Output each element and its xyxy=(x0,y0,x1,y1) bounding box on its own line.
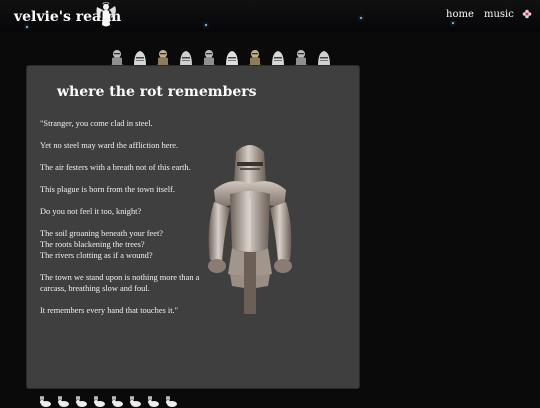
star-sparkle xyxy=(26,26,28,28)
poem-paragraph: "Stranger, you come clad in steel. xyxy=(40,119,153,128)
bunny-icon xyxy=(40,396,51,407)
star-sparkle xyxy=(205,24,207,26)
nav-music-link[interactable]: music xyxy=(484,9,514,20)
page-title: where the rot remembers xyxy=(57,84,257,100)
poem-paragraph: The town we stand upon is nothing more t… xyxy=(40,273,200,293)
bunny-icon xyxy=(112,396,123,407)
nav-home-link[interactable]: home xyxy=(446,9,474,20)
poem-paragraph: This plague is born from the town itself… xyxy=(40,185,175,194)
poem-text: "Stranger, you come clad in steel. Yet n… xyxy=(40,118,200,327)
suit-of-armor-image xyxy=(208,145,292,314)
poem-paragraph: The soil groaning beneath your feet? The… xyxy=(40,229,164,260)
bunny-row xyxy=(38,396,179,408)
star-sparkle xyxy=(360,17,362,19)
angel-icon xyxy=(96,2,116,27)
content-panel: where the rot remembers "Stranger, you c… xyxy=(27,66,359,388)
poem-paragraph: Do you not feel it too, knight? xyxy=(40,207,142,216)
poem-paragraph: It remembers every hand that touches it.… xyxy=(40,306,179,315)
bunny-icon xyxy=(58,396,69,407)
top-bar: velvie's realm home music xyxy=(0,0,540,32)
bunny-icon xyxy=(94,396,105,407)
flower-icon[interactable] xyxy=(522,9,532,19)
bunny-icon xyxy=(148,396,159,407)
star-sparkle xyxy=(452,22,454,24)
poem-paragraph: The air festers with a breath not of thi… xyxy=(40,163,191,172)
bunny-icon xyxy=(76,396,87,407)
poem-paragraph: Yet no steel may ward the affliction her… xyxy=(40,141,179,150)
bunny-icon xyxy=(130,396,141,407)
bunny-icon xyxy=(166,396,177,407)
